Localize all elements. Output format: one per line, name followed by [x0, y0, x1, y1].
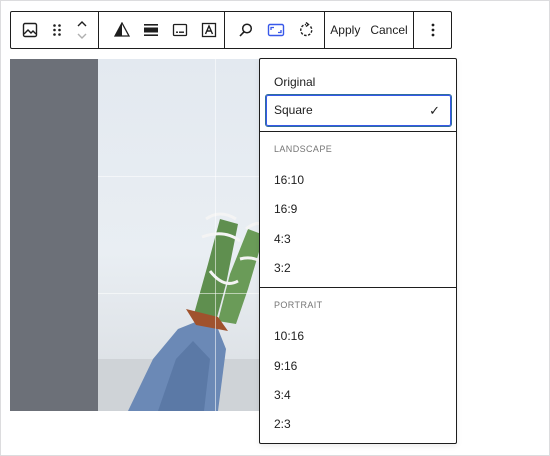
menu-item-16-10[interactable]: 16:10 [274, 172, 304, 188]
move-up-down-icon [77, 21, 87, 39]
toolbar-group-actions: Apply Cancel [325, 12, 414, 48]
zoom-icon [239, 23, 253, 37]
align-button[interactable] [136, 12, 165, 48]
menu-item-square[interactable]: Square ✓ [265, 94, 452, 127]
menu-item-10-16[interactable]: 10:16 [274, 328, 304, 344]
alt-text-button[interactable] [195, 12, 224, 48]
menu-item-16-9[interactable]: 16:9 [274, 201, 297, 217]
portrait-heading: PORTRAIT [274, 300, 323, 310]
apply-button[interactable]: Apply [330, 12, 360, 48]
crop-grid-line [215, 59, 216, 411]
drag-handle-icon [53, 24, 61, 36]
options-button[interactable] [418, 12, 448, 48]
aspect-ratio-menu: Original Square ✓ LANDSCAPE 16:10 16:9 4… [259, 58, 457, 444]
duotone-button[interactable] [107, 12, 136, 48]
menu-separator [260, 287, 456, 288]
rotate-button[interactable] [291, 12, 321, 48]
move-buttons[interactable] [69, 12, 95, 48]
image-block-button[interactable] [15, 12, 45, 48]
rotate-icon [300, 22, 313, 37]
caption-icon [172, 23, 188, 37]
contrast-icon [113, 22, 130, 37]
caption-button[interactable] [166, 12, 195, 48]
landscape-heading: LANDSCAPE [274, 144, 333, 154]
toolbar-group-format [99, 12, 225, 48]
zoom-button[interactable] [231, 12, 261, 48]
toolbar-group-block [11, 12, 99, 48]
menu-item-3-2[interactable]: 3:2 [274, 260, 291, 276]
menu-item-3-4[interactable]: 3:4 [274, 387, 291, 403]
more-vertical-icon [431, 23, 434, 37]
toolbar-group-options [414, 12, 451, 48]
checkmark-icon: ✓ [429, 103, 440, 118]
menu-item-9-16[interactable]: 9:16 [274, 358, 297, 374]
crop-overlay-left [10, 59, 98, 411]
drag-handle[interactable] [45, 12, 69, 48]
menu-item-4-3[interactable]: 4:3 [274, 231, 291, 247]
aspect-ratio-icon [267, 23, 285, 37]
image-icon [22, 22, 38, 38]
alt-text-icon [202, 22, 217, 38]
menu-item-label: Square [274, 103, 313, 117]
menu-item-2-3[interactable]: 2:3 [274, 416, 291, 432]
cancel-button[interactable]: Cancel [370, 12, 407, 48]
toolbar-group-crop [225, 12, 325, 48]
align-icon [143, 24, 158, 36]
aspect-ratio-button[interactable] [261, 12, 291, 48]
menu-item-original[interactable]: Original [274, 74, 315, 90]
menu-separator [260, 131, 456, 132]
block-toolbar: Apply Cancel [10, 11, 452, 49]
